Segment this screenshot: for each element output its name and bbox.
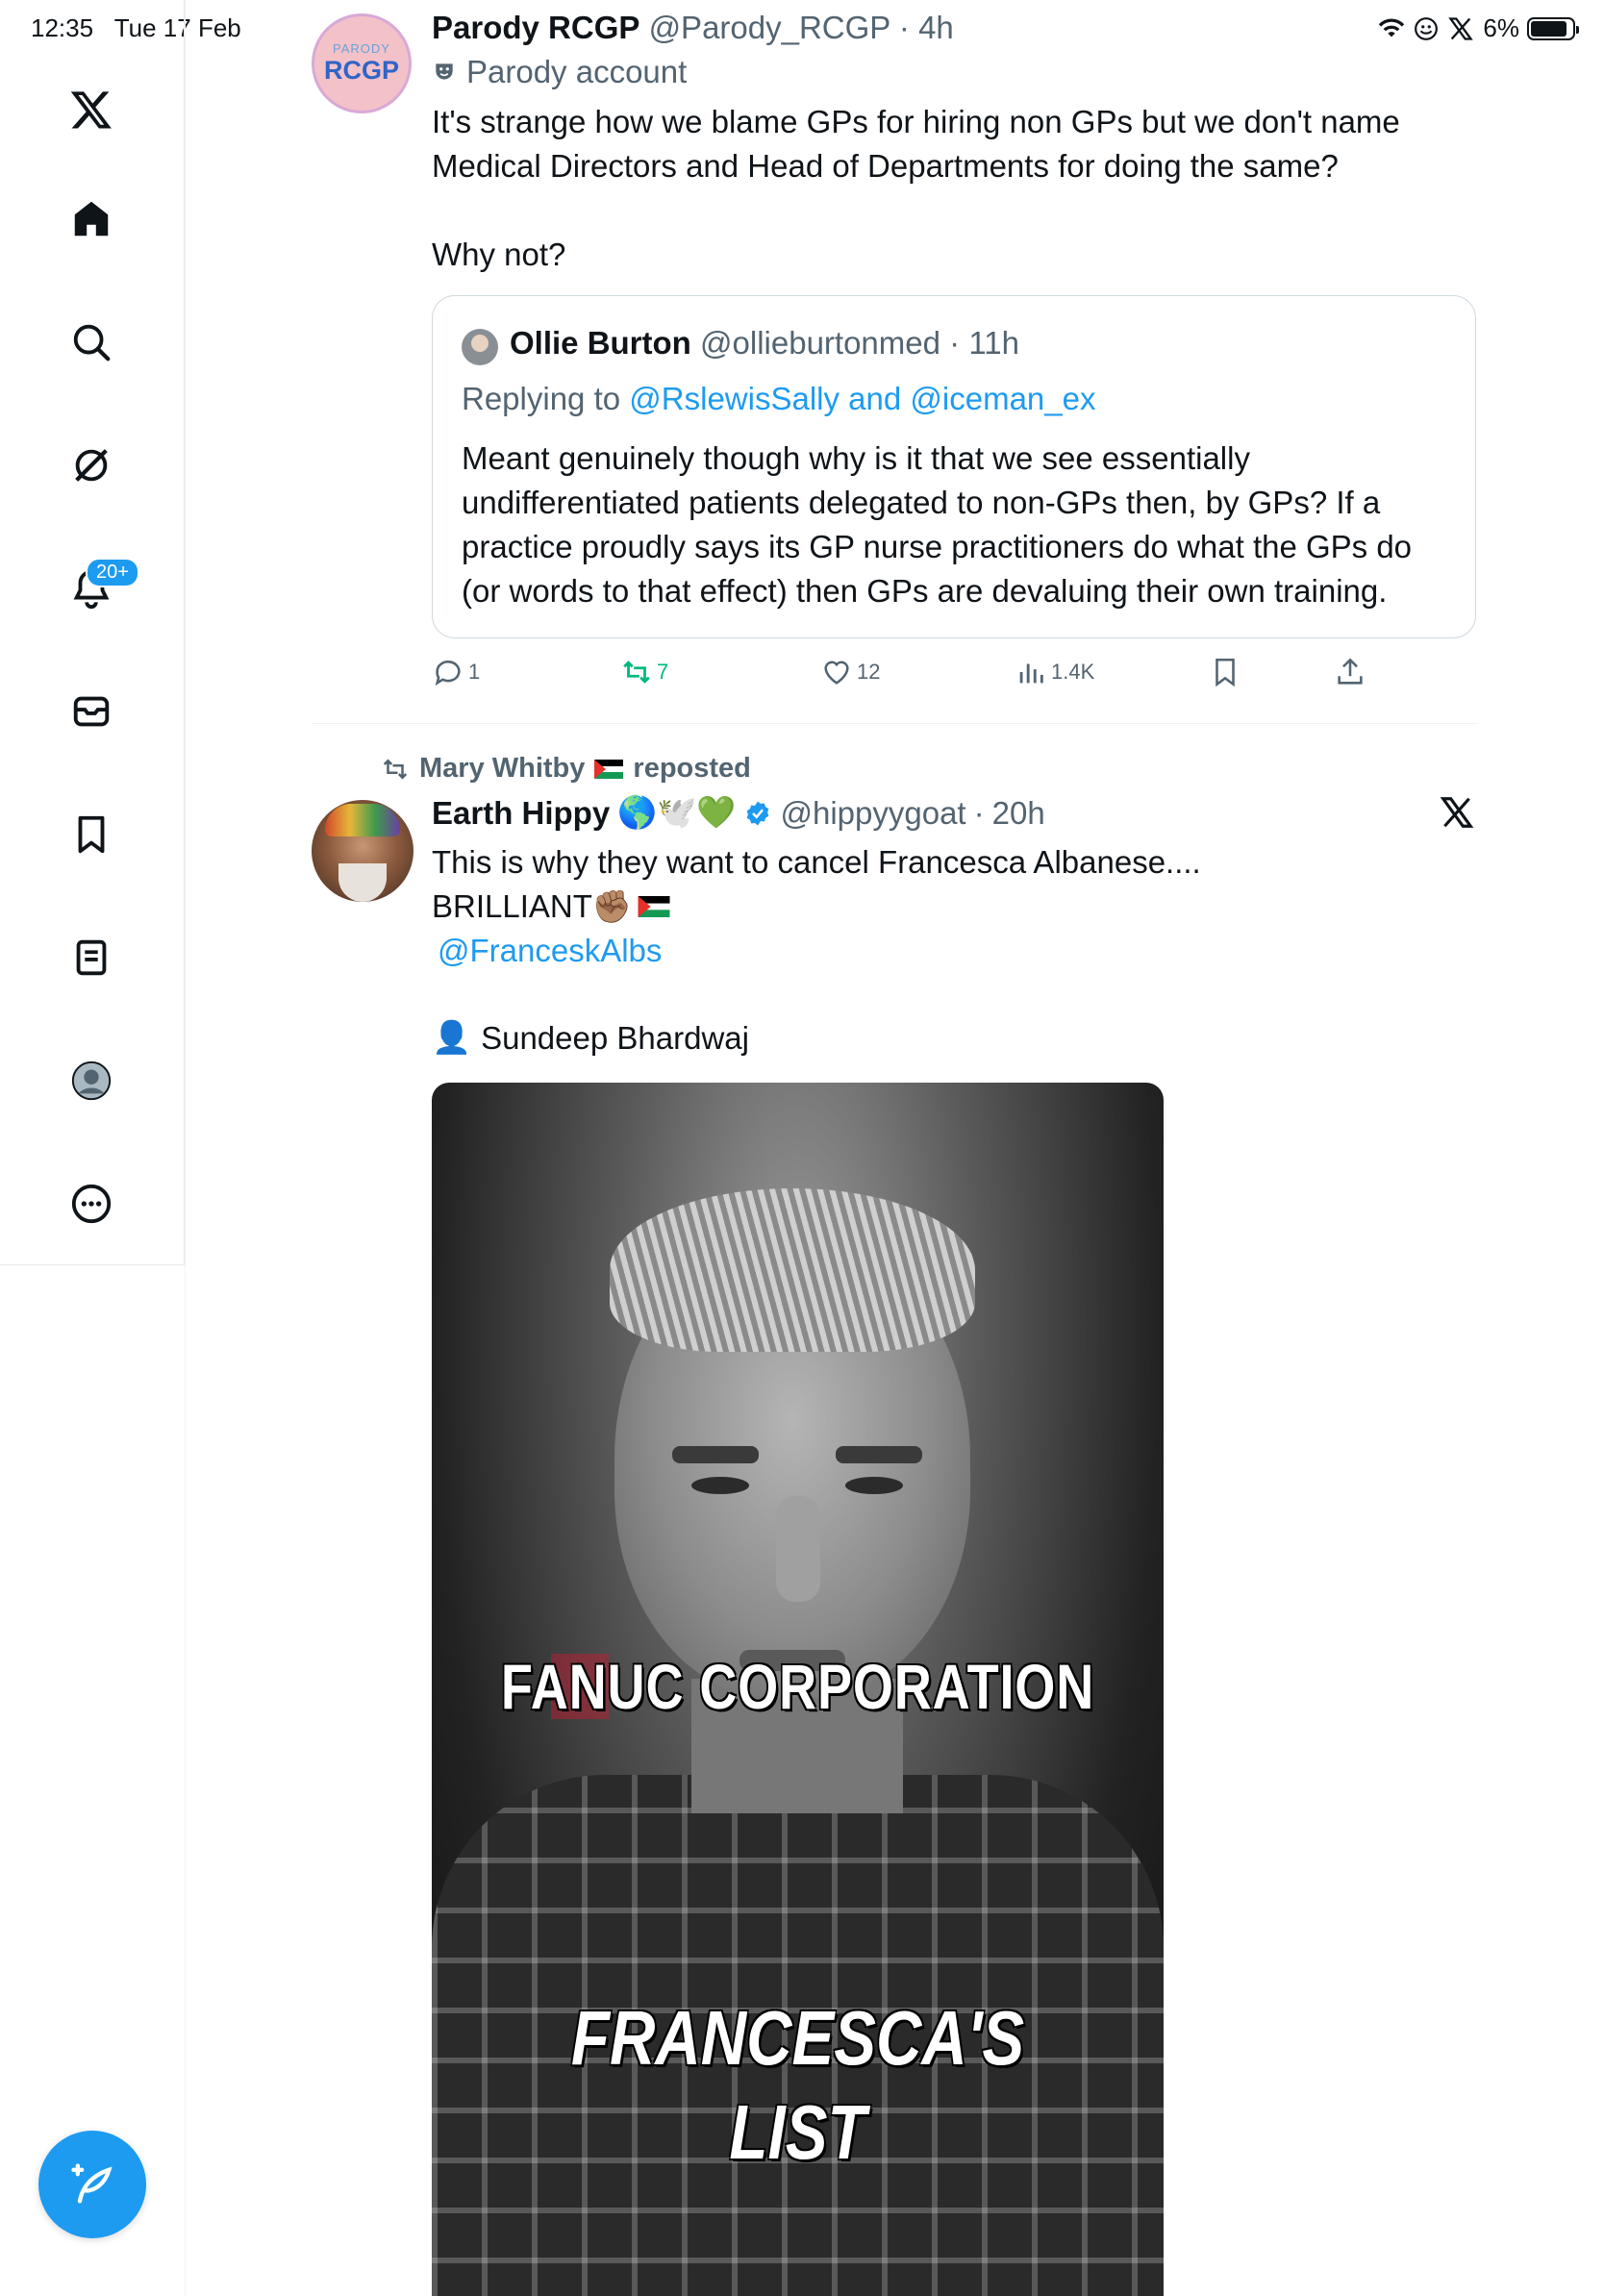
battery-percent: 6%: [1483, 13, 1519, 42]
compose-post-button[interactable]: [38, 2131, 146, 2238]
avatar: [462, 329, 498, 365]
avatar[interactable]: PARODY RCGP: [312, 13, 412, 113]
verified-badge-icon: [747, 801, 769, 825]
video-caption: FRANCESCA'S: [570, 1995, 1025, 2081]
tweet-divider: [312, 723, 1477, 724]
grok-icon[interactable]: [61, 435, 122, 496]
display-name[interactable]: Earth Hippy: [432, 795, 610, 832]
tweet-text: It's strange how we blame GPs for hiring…: [432, 104, 1400, 272]
tweet-header: Earth Hippy 🌎🕊️💚 @hippyygoat · 20h: [432, 794, 1045, 832]
share-button[interactable]: [1334, 656, 1366, 688]
user-silhouette-icon: 👤: [432, 1019, 472, 1055]
views-button[interactable]: 1.4K: [1015, 656, 1094, 688]
tweet-text: This is why they want to cancel Francesc…: [432, 844, 1201, 968]
lists-icon[interactable]: [61, 927, 122, 988]
palestine-flag-icon: [638, 896, 670, 917]
views-chart-icon: [1019, 663, 1043, 684]
heart-icon: [824, 661, 849, 685]
timestamp[interactable]: 20h: [992, 795, 1045, 832]
compose-feather-icon: [71, 2163, 113, 2204]
reply-button[interactable]: 1: [432, 656, 480, 688]
reposted-by[interactable]: Mary Whitby: [419, 753, 585, 785]
x-logo-icon[interactable]: [61, 79, 122, 140]
quote-header: Ollie Burton @ollieburtonmed · 11h: [510, 325, 1019, 361]
home-icon[interactable]: [61, 188, 122, 250]
parody-mask-icon: [436, 63, 453, 80]
more-icon[interactable]: [61, 1173, 122, 1235]
wifi-icon: [1379, 17, 1405, 37]
mention-link[interactable]: @RslewisSally: [629, 381, 840, 416]
quoted-tweet[interactable]: Ollie Burton @ollieburtonmed · 11h Reply…: [432, 295, 1476, 638]
repost-icon: [623, 661, 650, 684]
x-status-icon: [1448, 16, 1474, 40]
share-icon: [1338, 658, 1363, 685]
x-grok-icon[interactable]: [1439, 794, 1475, 836]
reply-icon: [435, 661, 461, 686]
battery-icon: [1527, 16, 1579, 40]
handle[interactable]: @hippyygoat: [780, 795, 965, 832]
search-icon[interactable]: [61, 312, 122, 373]
messages-icon[interactable]: [61, 681, 122, 742]
video-caption: LIST: [729, 2089, 866, 2175]
sidebar-divider: [185, 0, 186, 2296]
like-button[interactable]: 12: [820, 656, 880, 688]
timestamp: 11h: [968, 325, 1019, 361]
attribution-line: 👤 Sundeep Bhardwaj: [432, 1019, 749, 1056]
handle: @ollieburtonmed: [700, 325, 940, 361]
mention-link[interactable]: @FranceskAlbs: [438, 933, 662, 968]
status-indicators: 6%: [1377, 13, 1579, 43]
mention-link[interactable]: @iceman_ex: [910, 381, 1095, 416]
repost-icon: [383, 758, 408, 780]
display-name: Ollie Burton: [510, 325, 691, 361]
video-caption: FANUC CORPORATION: [500, 1651, 1095, 1722]
parody-label: Parody account: [432, 54, 687, 90]
timestamp[interactable]: 4h: [918, 10, 954, 45]
replying-to: Replying to @RslewisSally and @iceman_ex: [462, 381, 1096, 416]
video-thumbnail[interactable]: FANUC CORPORATION FRANCESCA'S LIST: [432, 1083, 1164, 2296]
status-app-icon: [1415, 16, 1439, 40]
bookmark-icon: [1216, 658, 1235, 687]
name-emojis: 🌎🕊️💚: [617, 794, 737, 830]
quote-text: Meant genuinely though why is it that we…: [462, 440, 1413, 609]
tweet-actions: 1 7 12 1.4K: [432, 656, 1413, 694]
tweet-header: Parody RCGP @Parody_RCGP · 4h: [432, 10, 954, 45]
display-name[interactable]: Parody RCGP: [432, 10, 639, 45]
palestine-flag-icon: [594, 759, 624, 779]
bookmark-button[interactable]: [1209, 656, 1241, 688]
bookmarks-icon[interactable]: [61, 804, 122, 865]
profile-icon[interactable]: [61, 1050, 122, 1111]
repost-button[interactable]: 7: [620, 656, 668, 688]
avatar[interactable]: [312, 800, 414, 902]
handle[interactable]: @Parody_RCGP: [649, 10, 890, 45]
notification-badge: 20+: [86, 558, 139, 587]
repost-indicator: Mary Whitby reposted: [381, 753, 751, 785]
